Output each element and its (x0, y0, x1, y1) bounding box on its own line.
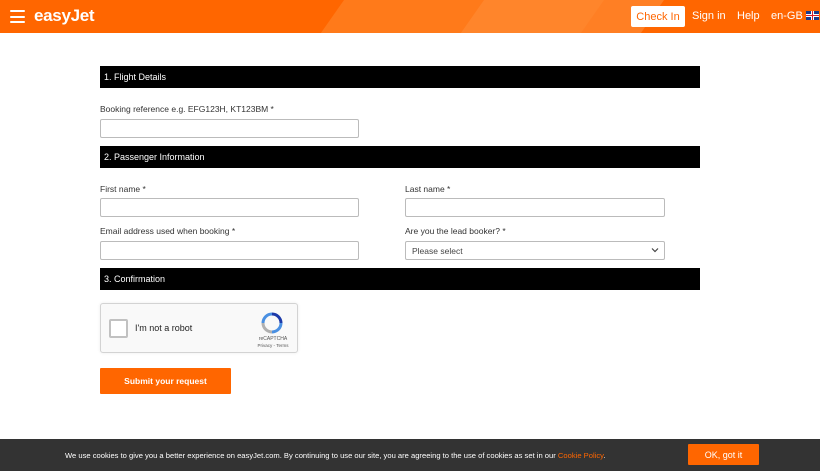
lead-booker-label: Are you the lead booker? * (405, 226, 506, 236)
recaptcha-label: I'm not a robot (135, 323, 193, 333)
first-name-input[interactable] (100, 198, 359, 217)
language-selector[interactable]: en-GB (771, 10, 803, 22)
recaptcha-brand: reCAPTCHA (258, 336, 288, 342)
recaptcha-widget: I'm not a robot reCAPTCHA Privacy - Term… (100, 303, 298, 353)
cookie-message: We use cookies to give you a better expe… (65, 451, 606, 460)
help-link[interactable]: Help (737, 10, 760, 22)
recaptcha-terms-link[interactable]: Privacy - Terms (251, 343, 295, 348)
recaptcha-logo-icon (261, 312, 283, 334)
easyjet-logo[interactable]: easyJet (34, 6, 95, 26)
cookie-policy-link[interactable]: Cookie Policy (558, 451, 603, 460)
email-input[interactable] (100, 241, 359, 260)
lead-booker-select[interactable]: Please select (405, 241, 665, 260)
sign-in-link[interactable]: Sign in (692, 10, 726, 22)
lead-booker-selected-value: Please select (412, 245, 463, 256)
cookie-accept-button[interactable]: OK, got it (688, 444, 759, 465)
section-header-flight-details: 1. Flight Details (100, 66, 700, 88)
submit-request-button[interactable]: Submit your request (100, 368, 231, 394)
booking-reference-input[interactable] (100, 119, 359, 138)
hamburger-menu-icon[interactable] (10, 10, 25, 23)
section-header-passenger-information: 2. Passenger Information (100, 146, 700, 168)
top-header: easyJet Check In Sign in Help en-GB (0, 0, 820, 33)
booking-reference-label: Booking reference e.g. EFG123H, KT123BM … (100, 104, 274, 114)
chevron-down-icon (651, 248, 659, 253)
cookie-message-text: We use cookies to give you a better expe… (65, 451, 556, 460)
last-name-label: Last name * (405, 184, 451, 194)
section-header-confirmation: 3. Confirmation (100, 268, 700, 290)
last-name-input[interactable] (405, 198, 665, 217)
recaptcha-checkbox[interactable] (109, 319, 128, 338)
email-label: Email address used when booking * (100, 226, 236, 236)
uk-flag-icon[interactable] (806, 11, 819, 20)
cookie-message-period: . (603, 451, 606, 460)
first-name-label: First name * (100, 184, 146, 194)
check-in-button[interactable]: Check In (631, 6, 685, 27)
